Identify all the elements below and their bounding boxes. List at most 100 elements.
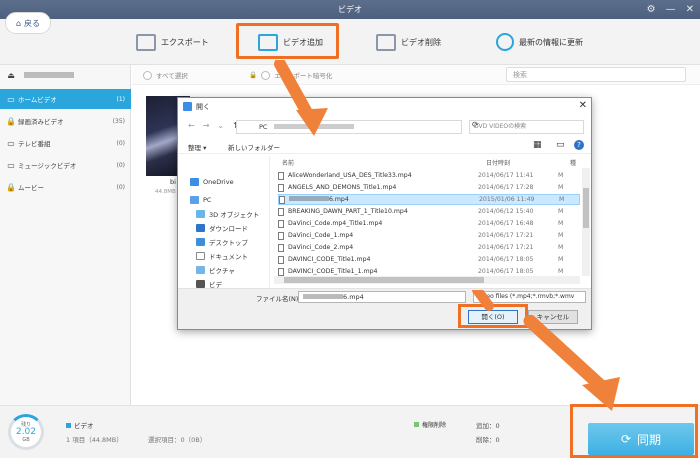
tree-item-downloads[interactable]: ダウンロード [196, 222, 248, 234]
delete-video-button[interactable]: ビデオ削除 [376, 27, 441, 57]
lock-icon: 🔒 [249, 71, 258, 79]
file-row-selected[interactable]: 6.mp4 2015/01/06 11:49 M [278, 194, 580, 205]
eject-icon[interactable]: ⏏ [4, 71, 18, 80]
refresh-label: 最新の情報に更新 [519, 37, 583, 47]
sidebar-item-recorded-video[interactable]: 🔒 録画済みビデオ (35) [0, 111, 131, 131]
file-icon [278, 231, 284, 240]
tree-item-label: ビデ [209, 281, 222, 288]
tree-item-documents[interactable]: ドキュメント [196, 250, 248, 262]
file-date: 2014/06/17 18:05 [478, 256, 534, 263]
film-delete-icon [376, 33, 396, 51]
back-label: 戻る [24, 18, 41, 28]
file-row[interactable]: ANGELS_AND_DEMONS_Title1.mp4 2014/06/17 1… [278, 182, 580, 193]
export-icon [136, 33, 156, 51]
tree-item-videos[interactable]: ビデ [196, 278, 222, 288]
command-bar: 整理 ▾ 新しいフォルダー ▦ ▭ ? [178, 138, 591, 154]
export-button[interactable]: エクスポート [136, 27, 209, 57]
new-folder-button[interactable]: 新しいフォルダー [228, 142, 280, 152]
file-name: DaVinci_Code_2.mp4 [288, 244, 354, 251]
column-header-name[interactable]: 名前 [282, 158, 294, 167]
preview-pane-icon[interactable]: ▭ [556, 140, 565, 150]
video-label: ビデオ [74, 422, 94, 430]
minimize-icon[interactable]: — [666, 0, 676, 19]
filename-value: 6.mp4 [343, 293, 364, 301]
sidebar-item-label: ホームビデオ [18, 96, 57, 104]
history-dropdown-icon[interactable]: ⌄ [217, 121, 224, 130]
organize-menu[interactable]: 整理 ▾ [188, 142, 206, 152]
desktop-icon [196, 238, 205, 246]
file-name: DAVINCI_CODE_Title1.mp4 [288, 256, 371, 263]
file-row[interactable]: DaVinci_Code.mp4_Title1.mp4 2014/06/17 16… [278, 218, 580, 229]
thumbnail-size: 44.8MB [155, 189, 176, 195]
refresh-button[interactable]: 最新の情報に更新 [496, 27, 583, 57]
forward-arrow-icon[interactable]: → [203, 121, 210, 130]
file-date: 2014/06/17 17:21 [478, 232, 534, 239]
select-all-checkbox[interactable] [143, 70, 152, 80]
file-date: 2014/06/17 16:48 [478, 220, 534, 227]
tree-item-pc[interactable]: PC [190, 194, 211, 206]
file-icon [278, 219, 284, 228]
sidebar: ⏏ ▭ ホームビデオ (1) 🔒 録画済みビデオ (35) ▭ テレビ番組 (0… [0, 65, 131, 405]
video-legend: ビデオ [66, 420, 94, 430]
file-row[interactable]: AliceWonderland_USA_DES_Title33.mp4 2014/… [278, 170, 580, 181]
storage-gauge: 残り 2.02 GB [8, 414, 44, 450]
dialog-search-input[interactable]: DVD VIDEOの検索 [469, 120, 584, 134]
help-icon[interactable]: ? [574, 140, 584, 150]
dialog-close-icon[interactable]: ✕ [579, 100, 587, 111]
select-all[interactable]: すべて選択 [143, 70, 188, 80]
window-title: ビデオ [338, 5, 362, 14]
file-row[interactable]: DaVinci_Code_2.mp4 2014/06/17 17:21 M [278, 242, 580, 253]
filename-label: ファイル名(N): [256, 295, 301, 303]
sidebar-item-movies[interactable]: 🔒 ムービー (0) [0, 177, 131, 197]
vertical-scrollbar[interactable] [582, 168, 590, 276]
file-row[interactable]: BREAKING_DAWN_PART_1_Title10.mp4 2014/06/… [278, 206, 580, 217]
sidebar-item-tv-shows[interactable]: ▭ テレビ番組 (0) [0, 133, 131, 153]
close-icon[interactable]: ✕ [686, 0, 694, 19]
thumbnail-caption: bi [170, 178, 176, 186]
sidebar-item-home-video[interactable]: ▭ ホームビデオ (1) [0, 89, 131, 109]
sidebar-item-music-video[interactable]: ▭ ミュージックビデオ (0) [0, 155, 131, 175]
export-encryption-checkbox[interactable] [261, 70, 271, 80]
horizontal-scrollbar[interactable] [274, 276, 580, 284]
back-arrow-icon[interactable]: ← [188, 121, 195, 130]
monitor-icon: ▭ [7, 94, 15, 104]
back-button[interactable]: ⌂ 戻る [5, 12, 51, 34]
add-count: 追加：0 [476, 422, 500, 430]
video-color-swatch [66, 422, 71, 428]
file-name: DaVinci_Code_1.mp4 [288, 232, 354, 239]
file-row[interactable]: DAVINCI_CODE_Title1.mp4 2014/06/17 18:05 M [278, 254, 580, 265]
sidebar-item-label: ミュージックビデオ [18, 162, 77, 170]
gear-icon[interactable]: ⚙ [647, 0, 656, 19]
file-type: M [558, 232, 564, 239]
column-header-type[interactable]: 種 [570, 158, 576, 167]
tree-item-label: ダウンロード [209, 225, 248, 233]
device-row[interactable]: ⏏ [0, 65, 131, 85]
pending-delete: 権限削除 [414, 420, 446, 429]
column-header-date[interactable]: 日付時刻 [486, 158, 510, 167]
tree-item-pictures[interactable]: ピクチャ [196, 264, 235, 276]
tree-item-label: OneDrive [203, 178, 234, 186]
file-name: DAVINCI_CODE_Title1_1.mp4 [288, 268, 378, 275]
sidebar-item-count: (0) [116, 139, 126, 147]
storage-unit: GB [22, 437, 30, 443]
tree-item-3d-objects[interactable]: 3D オブジェクト [196, 208, 259, 220]
computer-icon [190, 196, 199, 204]
tree-item-onedrive[interactable]: OneDrive [190, 176, 234, 188]
view-options-icon[interactable]: ▦ [533, 140, 542, 150]
filename-input[interactable]: 6.mp4 [298, 291, 466, 303]
delete-video-label: ビデオ削除 [401, 37, 441, 47]
pending-delete-label: 権限削除 [422, 422, 447, 429]
search-input[interactable]: 検索 [506, 67, 686, 82]
file-date: 2014/06/17 18:05 [478, 268, 534, 275]
path-segment-pc[interactable]: PC [259, 123, 267, 131]
file-icon [278, 255, 284, 264]
file-type: M [558, 244, 564, 251]
tree-item-desktop[interactable]: デスクトップ [196, 236, 248, 248]
download-icon [196, 224, 205, 232]
file-icon [278, 267, 284, 276]
file-type: M [559, 196, 565, 203]
storage-value: 2.02 [15, 427, 37, 437]
open-file-dialog: 開く ✕ ← → ⌄ ↑ PC ⟳ DVD VIDEOの検索 整理 ▾ 新しいフ… [177, 97, 592, 330]
file-row[interactable]: DaVinci_Code_1.mp4 2014/06/17 17:21 M [278, 230, 580, 241]
select-all-label: すべて選択 [156, 72, 188, 80]
